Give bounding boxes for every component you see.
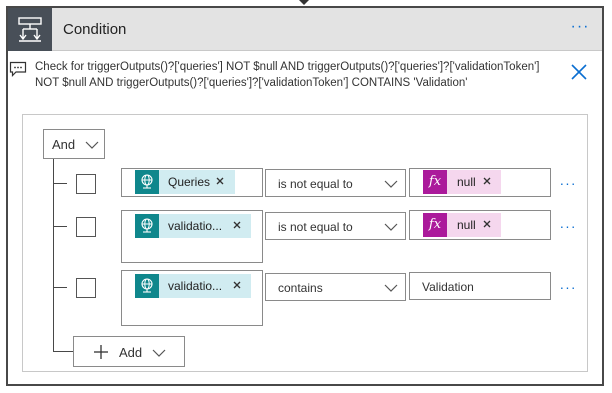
remove-token-icon[interactable] [482, 176, 492, 186]
dynamic-token[interactable]: validatio... [135, 274, 251, 298]
fx-icon: fx [423, 213, 447, 237]
row-more-button[interactable]: ··· [558, 176, 578, 191]
tree-branch [53, 183, 67, 184]
left-operand-field[interactable]: validatio... [121, 210, 263, 263]
operator-label: is not equal to [278, 220, 353, 234]
chevron-down-icon [152, 349, 166, 357]
row-checkbox[interactable] [76, 278, 96, 298]
card-header[interactable]: Condition ··· [8, 8, 602, 51]
condition-description: Check for triggerOutputs()?['queries'] N… [35, 61, 540, 89]
operator-label: contains [278, 281, 323, 295]
close-icon[interactable] [570, 63, 588, 81]
expression-token[interactable]: fx null [423, 213, 501, 237]
globe-icon [135, 274, 159, 298]
fx-icon: fx [423, 170, 447, 194]
right-operand-field[interactable]: fx null [409, 168, 551, 197]
operand-value: Validation [422, 280, 474, 294]
comment-icon [9, 61, 27, 77]
globe-icon [135, 170, 159, 194]
operator-select[interactable]: is not equal to [265, 169, 406, 197]
chevron-down-icon [384, 223, 398, 231]
token-label: null [457, 175, 476, 189]
globe-icon [135, 214, 159, 238]
operator-select[interactable]: contains [265, 273, 406, 301]
add-button-label: Add [119, 345, 143, 360]
tree-branch [53, 287, 67, 288]
row-checkbox[interactable] [76, 174, 96, 194]
tree-branch [53, 226, 67, 227]
row-checkbox[interactable] [76, 217, 96, 237]
tree-line [53, 159, 54, 351]
tree-branch [53, 351, 73, 352]
remove-token-icon[interactable] [232, 220, 242, 230]
remove-token-icon[interactable] [232, 280, 242, 290]
chevron-down-icon [384, 284, 398, 292]
card-more-button[interactable]: ··· [568, 18, 592, 38]
group-operator-label: And [52, 137, 76, 152]
dynamic-token[interactable]: Queries [135, 170, 235, 194]
row-more-button[interactable]: ··· [558, 219, 578, 234]
row-more-button[interactable]: ··· [558, 280, 578, 295]
expression-token[interactable]: fx null [423, 170, 501, 194]
dynamic-token[interactable]: validatio... [135, 214, 251, 238]
operator-label: is not equal to [278, 177, 353, 191]
remove-token-icon[interactable] [215, 176, 225, 186]
group-operator-select[interactable]: And [43, 129, 105, 159]
token-label: Queries [168, 175, 211, 189]
chevron-down-icon [384, 180, 398, 188]
right-operand-field[interactable]: Validation [409, 272, 551, 300]
plus-icon [94, 345, 108, 359]
left-operand-field[interactable]: Queries [121, 168, 263, 197]
token-label: validatio... [168, 279, 223, 293]
card-title: Condition [63, 21, 127, 38]
connector-arrow [299, 0, 309, 5]
add-button[interactable]: Add [73, 336, 185, 367]
token-label: validatio... [168, 219, 223, 233]
token-label: null [457, 218, 476, 232]
condition-group [22, 114, 588, 372]
chevron-down-icon [85, 141, 99, 149]
right-operand-field[interactable]: fx null [409, 210, 551, 240]
left-operand-field[interactable]: validatio... [121, 270, 263, 326]
condition-branch-icon [8, 8, 52, 51]
remove-token-icon[interactable] [482, 219, 492, 229]
operator-select[interactable]: is not equal to [265, 212, 406, 240]
